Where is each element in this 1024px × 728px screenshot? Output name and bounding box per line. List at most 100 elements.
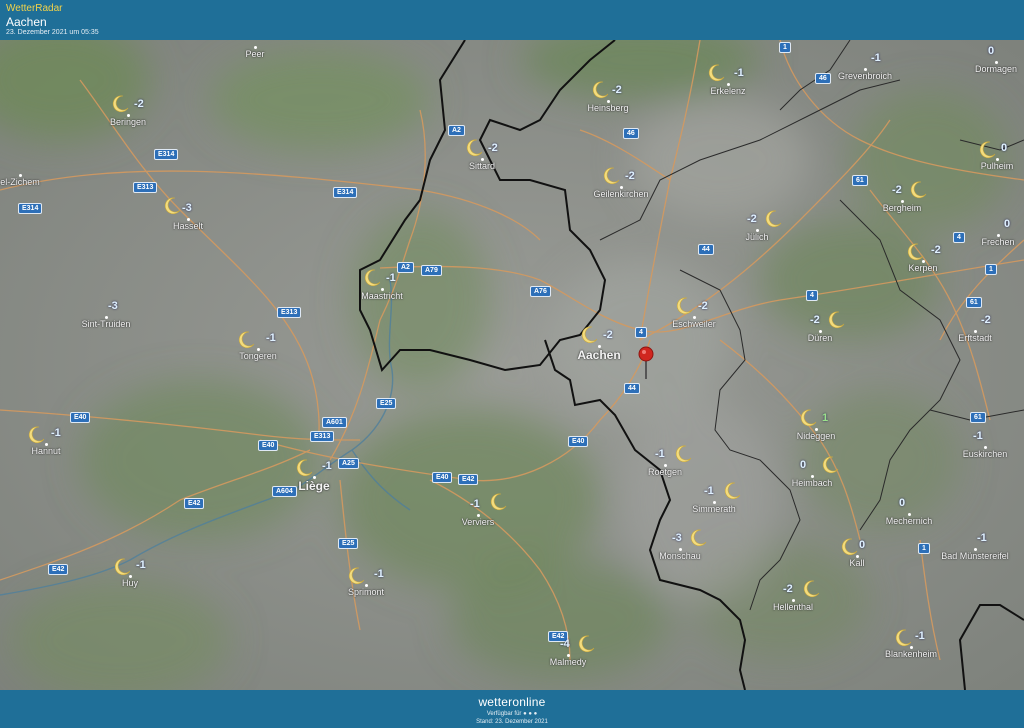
road-number-badge: A601 (322, 417, 347, 428)
town-label[interactable]: Geilenkirchen (593, 189, 648, 199)
temperature-value: 0 (988, 45, 995, 57)
road-number-badge: 61 (966, 297, 982, 308)
temperature-value: 0 (1004, 218, 1011, 230)
town-label[interactable]: Düren (808, 333, 833, 343)
town-label[interactable]: Pulheim (981, 161, 1014, 171)
town-label[interactable]: Euskirchen (963, 449, 1008, 459)
town-label[interactable]: Aachen (577, 348, 620, 362)
crescent-moon-icon (908, 180, 928, 200)
town-label[interactable]: Roetgen (648, 467, 682, 477)
road-number-badge: 1 (985, 264, 997, 275)
town-label[interactable]: Grevenbroich (838, 71, 892, 81)
road-number-badge: 4 (635, 327, 647, 338)
crescent-moon-icon (464, 138, 484, 158)
road-number-badge: 4 (953, 232, 965, 243)
town-label[interactable]: Eschweiler (672, 319, 716, 329)
temperature-value: -3 (672, 532, 682, 544)
town-label[interactable]: Bergheim (883, 203, 922, 213)
town-label[interactable]: Huy (122, 578, 138, 588)
temperature-value: -1 (871, 52, 881, 64)
town-label[interactable]: Mechernich (886, 516, 933, 526)
town-label[interactable]: Hannut (31, 446, 60, 456)
town-label[interactable]: Sint-Truiden (82, 319, 131, 329)
town-label[interactable]: Tongeren (239, 351, 277, 361)
temperature-value: -1 (734, 67, 744, 79)
availability-text: Verfügbar für ● ● ● (486, 711, 538, 717)
town-label[interactable]: Kerpen (908, 263, 937, 273)
crescent-moon-icon (590, 80, 610, 100)
crescent-moon-icon (798, 408, 818, 428)
temperature-value: 0 (859, 539, 866, 551)
stand-date: Stand: 23. Dezember 2021 (476, 719, 548, 725)
town-label[interactable]: Dormagen (975, 64, 1017, 74)
weather-map[interactable]: E314 E313 E314 E314 A2 A2 A79 A76 E313 A601 E313 E2… (0, 40, 1024, 690)
town-label[interactable]: Simmerath (692, 504, 736, 514)
town-label[interactable]: Kall (849, 558, 864, 568)
town-label[interactable]: Nideggen (797, 431, 836, 441)
temperature-value: -3 (182, 202, 192, 214)
road-number-badge: E42 (184, 498, 205, 509)
town-label[interactable]: Peer (245, 49, 264, 59)
location-pin-icon[interactable] (636, 345, 656, 381)
crescent-moon-icon (674, 296, 694, 316)
temperature-value: -2 (625, 170, 635, 182)
road-number-badge: 44 (698, 244, 714, 255)
road-number-badge: A604 (272, 486, 297, 497)
brand-logo[interactable]: wetteronline (0, 695, 1024, 709)
road-number-badge: E314 (333, 187, 358, 198)
town-label[interactable]: Sittard (469, 161, 495, 171)
temperature-value: 0 (1001, 142, 1008, 154)
town-label[interactable]: Frechen (981, 237, 1014, 247)
crescent-moon-icon (763, 209, 783, 229)
town-label[interactable]: Blankenheim (885, 649, 937, 659)
temperature-value: -2 (981, 314, 991, 326)
town-label[interactable]: Malmedy (550, 657, 587, 667)
road-number-badge: E40 (432, 472, 453, 483)
town-label[interactable]: Beringen (110, 117, 146, 127)
town-label[interactable]: Hellenthal (773, 602, 813, 612)
temperature-value: 0 (899, 497, 906, 509)
temperature-value: -1 (973, 430, 983, 442)
town-label[interactable]: Heimbach (792, 478, 833, 488)
road-number-badge: A2 (448, 125, 465, 136)
town-label[interactable]: Sprimont (348, 587, 384, 597)
town-label[interactable]: Monschau (659, 551, 701, 561)
road-number-badge: 61 (852, 175, 868, 186)
crescent-moon-icon (294, 458, 314, 478)
road-number-badge: E313 (133, 182, 158, 193)
temperature-value: -2 (931, 244, 941, 256)
town-label[interactable]: Erftstadt (958, 333, 992, 343)
town-label[interactable]: Heinsberg (587, 103, 628, 113)
town-label[interactable]: Erkelenz (710, 86, 745, 96)
crescent-moon-icon (820, 455, 840, 475)
crescent-moon-icon (576, 634, 596, 654)
town-label[interactable]: Maastricht (361, 291, 403, 301)
temperature-value: -1 (655, 448, 665, 460)
road-number-badge: 46 (815, 73, 831, 84)
town-label[interactable]: Liège (298, 479, 329, 493)
crescent-moon-icon (488, 492, 508, 512)
timestamp: 23. Dezember 2021 um 05:35 (6, 29, 99, 36)
temperature-value: -1 (322, 460, 332, 472)
temperature-value: -1 (136, 559, 146, 571)
temperature-value: -1 (915, 630, 925, 642)
temperature-value: -2 (810, 314, 820, 326)
temperature-value: -1 (704, 485, 714, 497)
temperature-value: 1 (822, 412, 829, 424)
town-label[interactable]: el-Zichem (0, 177, 40, 187)
road-number-badge: 1 (918, 543, 930, 554)
town-label[interactable]: Verviers (462, 517, 495, 527)
crescent-moon-icon (977, 140, 997, 160)
crescent-moon-icon (601, 166, 621, 186)
town-label[interactable]: Bad Münstereifel (941, 551, 1009, 561)
road-number-badge: 46 (623, 128, 639, 139)
temperature-value: -2 (134, 98, 144, 110)
crescent-moon-icon (112, 557, 132, 577)
crescent-moon-icon (688, 528, 708, 548)
road-number-badge: 1 (779, 42, 791, 53)
temperature-value: -2 (603, 329, 613, 341)
town-label[interactable]: Hasselt (173, 221, 203, 231)
town-label[interactable]: Jülich (745, 232, 768, 242)
road-number-badge: E40 (568, 436, 589, 447)
temperature-value: -1 (470, 498, 480, 510)
